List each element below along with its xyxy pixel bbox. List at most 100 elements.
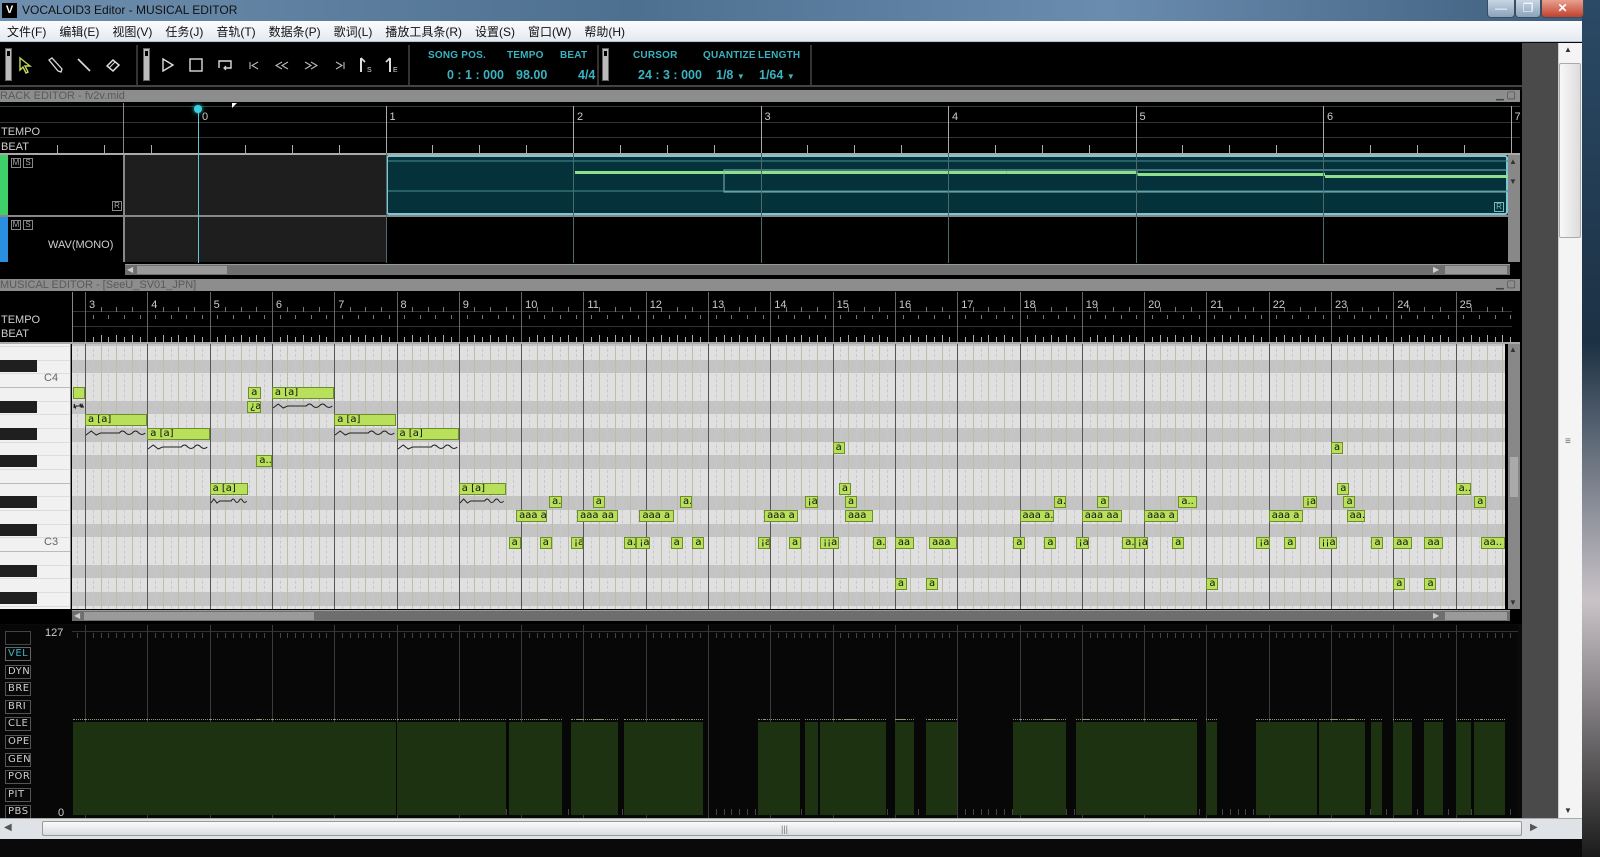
velocity-handle[interactable] xyxy=(804,719,819,722)
note[interactable]: a xyxy=(1343,496,1356,509)
menu-item[interactable]: 数据条(P) xyxy=(262,23,327,40)
note[interactable]: a xyxy=(1172,537,1185,550)
note[interactable]: aaa a xyxy=(1144,510,1179,523)
note[interactable]: aaa aa xyxy=(1081,510,1123,523)
scrollbar-thumb[interactable] xyxy=(84,612,314,620)
note[interactable]: a.. xyxy=(256,455,272,468)
note[interactable]: aaa a. xyxy=(516,510,548,523)
note[interactable]: ¿a xyxy=(246,400,261,413)
window-vertical-scrollbar[interactable]: ▲ ▼ ≡ xyxy=(1522,43,1582,818)
zoom-slider[interactable] xyxy=(1445,266,1507,274)
loop-marker-icon[interactable] xyxy=(232,103,237,108)
black-key[interactable] xyxy=(0,400,37,413)
menu-item[interactable]: 歌词(L) xyxy=(327,23,379,40)
velocity-bar[interactable] xyxy=(873,722,886,815)
note[interactable]: ¡a xyxy=(1302,496,1317,509)
note[interactable]: aa xyxy=(1393,537,1412,550)
scroll-left-icon[interactable]: ◀ xyxy=(4,822,12,833)
note[interactable]: a xyxy=(670,537,683,550)
go-to-end-button[interactable] xyxy=(330,55,350,75)
menu-item[interactable]: 编辑(E) xyxy=(52,23,105,40)
velocity-bar[interactable] xyxy=(929,722,958,815)
scroll-right-icon[interactable]: ▶ xyxy=(1530,822,1538,833)
note[interactable]: a xyxy=(845,496,858,509)
velocity-bar[interactable] xyxy=(1053,722,1067,815)
menu-item[interactable]: 视图(V) xyxy=(105,23,158,40)
velocity-handle[interactable] xyxy=(845,719,874,722)
black-key[interactable] xyxy=(0,564,37,577)
beat-value[interactable]: 4/4 xyxy=(578,68,595,82)
velocity-bar[interactable] xyxy=(845,722,874,815)
piano-roll-vertical-scrollbar[interactable]: ▲ ▼ xyxy=(1508,344,1520,609)
velocity-bar[interactable] xyxy=(1206,722,1217,815)
render-button[interactable]: R xyxy=(112,201,122,211)
start-marker-button[interactable]: S xyxy=(356,55,376,75)
maximize-button[interactable]: ❐ xyxy=(1515,0,1541,18)
velocity-handle[interactable] xyxy=(929,719,958,722)
tempo-value[interactable]: 98.00 xyxy=(516,68,547,82)
velocity-bar[interactable] xyxy=(592,722,604,815)
note[interactable]: aaa xyxy=(845,510,874,523)
velocity-bar[interactable] xyxy=(1346,722,1366,815)
velocity-handle[interactable] xyxy=(458,719,506,722)
velocity-bar[interactable] xyxy=(692,722,703,815)
note[interactable]: a xyxy=(1044,537,1057,550)
control-bri-button[interactable]: BRI xyxy=(5,699,31,714)
velocity-bar[interactable] xyxy=(549,722,562,815)
velocity-bar[interactable] xyxy=(209,722,249,815)
velocity-bar[interactable] xyxy=(1284,722,1295,815)
panel-window-buttons[interactable]: ▁ ▢ xyxy=(1496,90,1516,102)
menu-item[interactable]: 音轨(T) xyxy=(209,23,261,40)
velocity-handle[interactable] xyxy=(692,719,703,722)
velocity-handle[interactable] xyxy=(271,719,335,722)
velocity-handle[interactable] xyxy=(639,719,674,722)
velocity-bar[interactable] xyxy=(271,722,335,815)
velocity-handle[interactable] xyxy=(1302,719,1317,722)
note[interactable]: a xyxy=(1474,496,1487,509)
velocity-bar[interactable] xyxy=(539,722,551,815)
note[interactable]: aaa xyxy=(929,537,958,550)
velocity-bar[interactable] xyxy=(1178,722,1198,815)
velocity-bar[interactable] xyxy=(147,722,210,815)
main-horizontal-scrollbar[interactable]: ◀ ||| ▶ xyxy=(0,818,1582,839)
track-horizontal-scrollbar[interactable]: ◀ ▶ xyxy=(125,264,1510,275)
note[interactable]: a xyxy=(1206,578,1219,591)
scrollbar-thumb[interactable] xyxy=(1559,63,1581,238)
scrollbar-thumb[interactable] xyxy=(137,266,227,274)
velocity-handle[interactable] xyxy=(396,719,459,722)
velocity-handle[interactable] xyxy=(1346,719,1366,722)
control-cle-button[interactable]: CLE xyxy=(5,717,31,732)
velocity-handle[interactable] xyxy=(623,719,637,722)
velocity-handle[interactable] xyxy=(1371,719,1383,722)
control-gen-button[interactable]: GEN xyxy=(5,752,31,767)
velocity-bar[interactable] xyxy=(1424,722,1444,815)
velocity-handle[interactable] xyxy=(592,719,604,722)
note[interactable]: a. xyxy=(1053,496,1067,509)
playhead-handle[interactable] xyxy=(194,105,202,113)
menu-item[interactable]: 设置(S) xyxy=(468,23,521,40)
toolbar-grip[interactable] xyxy=(143,48,150,81)
velocity-handle[interactable] xyxy=(679,719,693,722)
scroll-down-icon[interactable]: ▼ xyxy=(1564,806,1572,815)
velocity-handle[interactable] xyxy=(894,719,906,722)
velocity-handle[interactable] xyxy=(246,719,261,722)
note[interactable]: ¡¡a xyxy=(820,537,839,550)
track-header-1[interactable]: M S R xyxy=(8,155,125,215)
scroll-right-icon[interactable]: ▶ xyxy=(1433,611,1439,620)
zoom-slider[interactable] xyxy=(1445,612,1507,620)
menu-item[interactable]: 播放工具条(R) xyxy=(378,23,468,40)
track-ruler[interactable]: 0 1 2 3 4 5 6 7 xyxy=(0,103,1521,153)
velocity-handle[interactable] xyxy=(209,719,249,722)
note[interactable]: a [a] xyxy=(85,414,148,427)
note[interactable]: a xyxy=(592,496,605,509)
piano-keyboard[interactable]: C4 C3 xyxy=(0,344,71,609)
note[interactable]: aa xyxy=(1424,537,1444,550)
pencil-tool-button[interactable] xyxy=(45,55,65,75)
note[interactable]: a xyxy=(248,387,261,399)
control-vel-button[interactable]: VEL xyxy=(5,647,31,661)
playhead[interactable] xyxy=(198,110,199,263)
note[interactable]: aaa a. xyxy=(1019,510,1054,523)
velocity-handle[interactable] xyxy=(539,719,551,722)
note[interactable]: a. xyxy=(623,537,637,550)
eraser-tool-button[interactable] xyxy=(103,55,123,75)
